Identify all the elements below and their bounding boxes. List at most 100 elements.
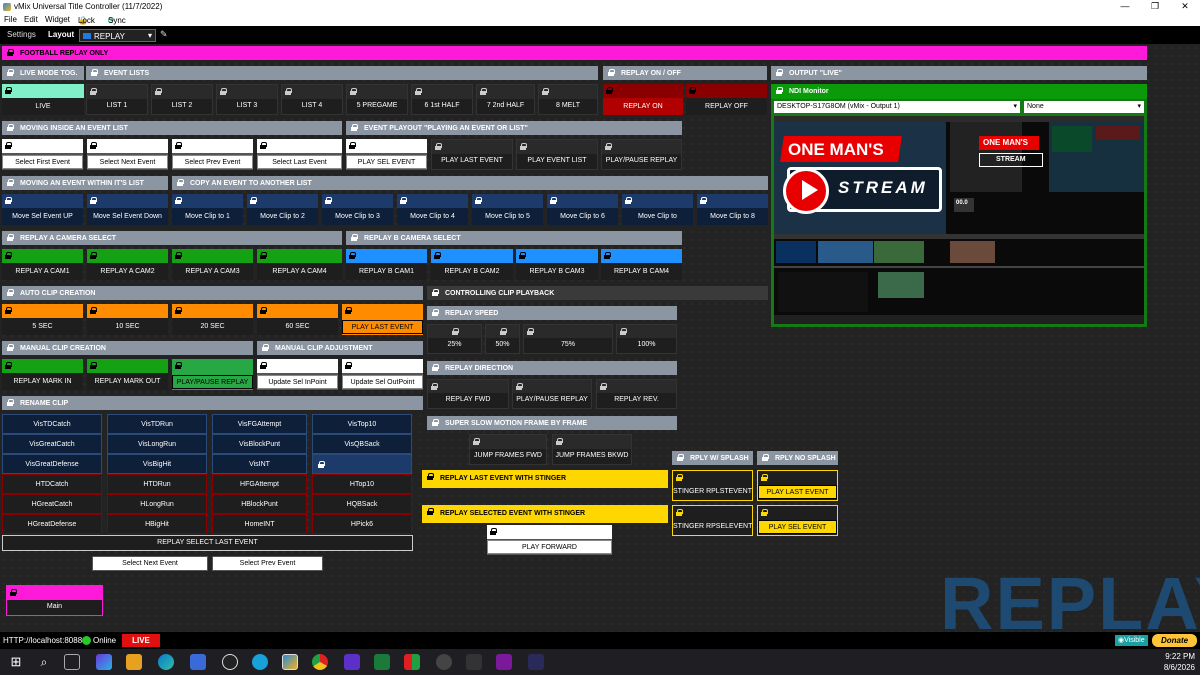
rename-homeint[interactable]: HomeINT (212, 514, 307, 534)
windows-start-icon[interactable]: ⊞ (8, 654, 24, 670)
rename-empty-slot[interactable] (312, 454, 412, 474)
rename-hfgattempt[interactable]: HFGAttempt (212, 474, 307, 494)
update-inpoint-button[interactable]: Update Sel InPoint (257, 359, 338, 390)
move-event-down-button[interactable]: Move Sel Event Down (87, 194, 168, 225)
move-clip-to-5-button[interactable]: Move Clip to 5 (472, 194, 543, 225)
move-event-up-button[interactable]: Move Sel Event UP (2, 194, 83, 225)
app-icon-2[interactable] (252, 654, 268, 670)
rename-hbighit[interactable]: HBigHit (107, 514, 207, 534)
play-pause-replay-button[interactable]: PLAY/PAUSE REPLAY (601, 139, 682, 170)
play-sel-event-button[interactable]: PLAY SEL EVENT (346, 139, 427, 170)
rename-hblockpunt[interactable]: HBlockPunt (212, 494, 307, 514)
stinger-rplstevent-button[interactable]: STINGER RPLSTEVENT (672, 470, 753, 501)
ndi-source-select[interactable]: DESKTOP-S17G8OM (vMix - Output 1) ▾ (774, 101, 1020, 113)
speed-50-button[interactable]: 50% (485, 324, 520, 354)
rename-hqbsack[interactable]: HQBSack (312, 494, 412, 514)
replay-rev-button[interactable]: REPLAY REV. (596, 379, 677, 409)
play-last-event-button[interactable]: PLAY LAST EVENT (431, 139, 513, 170)
select-prev-event-bottom-button[interactable]: Select Prev Event (212, 556, 323, 571)
manual-play-pause-button[interactable]: PLAY/PAUSE REPLAY (172, 359, 253, 390)
ndi-second-source-select[interactable]: None ▾ (1024, 101, 1144, 113)
move-clip-to-8-button[interactable]: Move Clip to 8 (697, 194, 768, 225)
rename-vistdcatch[interactable]: VisTDCatch (2, 414, 102, 434)
list-7-button[interactable]: 7 2nd HALF (476, 84, 535, 115)
pencil-icon[interactable]: ✎ (160, 29, 168, 40)
auto-clip-10sec-button[interactable]: 10 SEC (87, 304, 168, 335)
rename-visgreatdefense[interactable]: VisGreatDefense (2, 454, 102, 474)
speed-75-button[interactable]: 75% (523, 324, 613, 354)
tab-layout[interactable]: Layout (48, 30, 74, 39)
maximize-button[interactable]: ❐ (1140, 1, 1170, 12)
edge-icon[interactable] (158, 654, 174, 670)
jump-frames-bkwd-button[interactable]: JUMP FRAMES BKWD (552, 434, 632, 465)
replay-a-cam2-button[interactable]: REPLAY A CAM2 (87, 249, 168, 280)
replay-off-button[interactable]: REPLAY OFF (686, 84, 767, 115)
live-button[interactable]: LIVE (2, 84, 84, 115)
list-2-button[interactable]: LIST 2 (151, 84, 213, 115)
donate-button[interactable]: Donate (1152, 634, 1197, 647)
rename-htdcatch[interactable]: HTDCatch (2, 474, 102, 494)
rename-vislongrun[interactable]: VisLongRun (107, 434, 207, 454)
auto-clip-play-last-button[interactable]: PLAY LAST EVENT (342, 304, 423, 335)
rename-htop10[interactable]: HTop10 (312, 474, 412, 494)
replay-fwd-button[interactable]: REPLAY FWD (427, 379, 509, 409)
menu-file[interactable]: File (4, 15, 17, 24)
rename-vistop10[interactable]: VisTop10 (312, 414, 412, 434)
app-icon-3[interactable] (344, 654, 360, 670)
list-8-button[interactable]: 8 MELT (538, 84, 598, 115)
auto-clip-5sec-button[interactable]: 5 SEC (2, 304, 83, 335)
replay-b-cam4-button[interactable]: REPLAY B CAM4 (601, 249, 682, 280)
replay-a-cam3-button[interactable]: REPLAY A CAM3 (172, 249, 253, 280)
app-icon-6[interactable] (466, 654, 482, 670)
close-button[interactable]: ✕ (1170, 1, 1200, 12)
list-6-button[interactable]: 6 1st HALF (411, 84, 473, 115)
speed-100-button[interactable]: 100% (616, 324, 677, 354)
rename-visgreatcatch[interactable]: VisGreatCatch (2, 434, 102, 454)
visible-toggle[interactable]: ◉Visible (1115, 635, 1148, 646)
replay-on-button[interactable]: REPLAY ON (603, 84, 683, 115)
vmix-title-controller-icon[interactable] (282, 654, 298, 670)
rename-htdrun[interactable]: HTDRun (107, 474, 207, 494)
rename-visblockpunt[interactable]: VisBlockPunt (212, 434, 307, 454)
rename-visfgattempt[interactable]: VisFGAttempt (212, 414, 307, 434)
app-icon-8[interactable] (528, 654, 544, 670)
replay-b-cam1-button[interactable]: REPLAY B CAM1 (346, 249, 427, 280)
list-3-button[interactable]: LIST 3 (216, 84, 278, 115)
rename-vistdrun[interactable]: VisTDRun (107, 414, 207, 434)
list-1-button[interactable]: LIST 1 (86, 84, 148, 115)
move-clip-to-2-button[interactable]: Move Clip to 2 (247, 194, 318, 225)
move-clip-to-1-button[interactable]: Move Clip to 1 (172, 194, 243, 225)
play-event-list-button[interactable]: PLAY EVENT LIST (516, 139, 598, 170)
direction-play-pause-button[interactable]: PLAY/PAUSE REPLAY (512, 379, 592, 409)
stinger-rpselevent-button[interactable]: STINGER RPSELEVENT (672, 505, 753, 536)
store-icon[interactable] (190, 654, 206, 670)
search-icon[interactable]: ⌕ (36, 654, 52, 670)
auto-clip-60sec-button[interactable]: 60 SEC (257, 304, 338, 335)
menu-widget[interactable]: Widget (45, 15, 70, 24)
replay-b-cam2-button[interactable]: REPLAY B CAM2 (431, 249, 513, 280)
auto-clip-20sec-button[interactable]: 20 SEC (172, 304, 253, 335)
app-icon-1[interactable] (222, 654, 238, 670)
file-explorer-icon[interactable] (126, 654, 142, 670)
rename-hpick6[interactable]: HPick6 (312, 514, 412, 534)
nosplash-play-last-button[interactable]: PLAY LAST EVENT (757, 470, 838, 501)
layout-select[interactable]: REPLAY ▾ (79, 29, 156, 42)
menu-edit[interactable]: Edit (24, 15, 38, 24)
select-last-event-button[interactable]: Select Last Event (257, 139, 342, 170)
excel-icon[interactable] (374, 654, 390, 670)
select-prev-event-button[interactable]: Select Prev Event (172, 139, 253, 170)
move-clip-to-3-button[interactable]: Move Clip to 3 (322, 194, 393, 225)
select-first-event-button[interactable]: Select First Event (2, 139, 83, 170)
play-forward-button[interactable]: PLAY FORWARD (487, 525, 612, 555)
app-icon-5[interactable] (436, 654, 452, 670)
chrome-icon[interactable] (312, 654, 328, 670)
rename-hgreatdefense[interactable]: HGreatDefense (2, 514, 102, 534)
minimize-button[interactable]: — (1110, 1, 1140, 11)
speed-25-button[interactable]: 25% (427, 324, 482, 354)
rename-visqbsack[interactable]: VisQBSack (312, 434, 412, 454)
list-5-button[interactable]: 5 PREGAME (346, 84, 408, 115)
rename-hlongrun[interactable]: HLongRun (107, 494, 207, 514)
move-clip-to-4-button[interactable]: Move Clip to 4 (397, 194, 468, 225)
update-outpoint-button[interactable]: Update Sel OutPoint (342, 359, 423, 390)
replay-a-cam4-button[interactable]: REPLAY A CAM4 (257, 249, 342, 280)
